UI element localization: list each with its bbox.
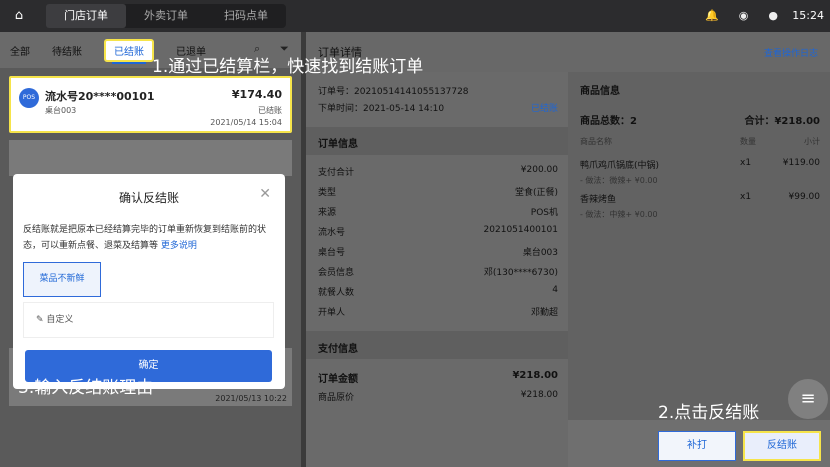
top-bar: ⌂ 门店订单 外卖订单 扫码点单 🔔 ◉ ● 15:24 — [0, 0, 830, 32]
reason-option[interactable]: 菜品不新鲜 — [23, 262, 101, 297]
annotation-step-1: 1.通过已结算栏，快速找到结账订单 — [152, 57, 424, 77]
home-icon[interactable]: ⌂ — [8, 6, 30, 26]
order-table: 桌台003 — [45, 106, 77, 115]
list-item[interactable] — [9, 140, 292, 176]
menu-icon[interactable]: ≡ — [788, 379, 828, 419]
wifi-icon: ◉ — [738, 9, 749, 22]
tab-all[interactable]: 全部 — [10, 43, 30, 58]
goods-total: 合计：¥218.00 — [744, 116, 820, 127]
goods-row: 鸭爪鸡爪锅底(中锅) x1 ¥119.00 — [580, 158, 820, 171]
order-info-title: 订单信息 — [318, 139, 358, 150]
order-created-time: 下单时间：2021-05-14 14:10 — [318, 104, 445, 114]
info-row: 流水号 2021051400101 — [318, 225, 558, 238]
goods-row: 香辣烤鱼 x1 ¥99.00 — [580, 192, 820, 205]
payment-info-title: 支付信息 — [318, 344, 358, 355]
order-list-panel: 全部 待结账 已结账 已退单 ⌕ ⏷ POS 流水号20****00101 桌台… — [0, 32, 301, 467]
custom-reason-field[interactable]: ✎ 自定义 — [23, 302, 274, 338]
clock: 15:24 — [792, 9, 824, 22]
info-row: 桌台号 桌台003 — [318, 248, 558, 258]
reprint-button[interactable]: 补打 — [658, 431, 736, 461]
goods-count: 商品总数：2 — [580, 116, 637, 127]
info-row: 来源 POS机 — [318, 208, 558, 218]
user-icon[interactable]: ● — [768, 9, 778, 22]
goods-info-title: 商品信息 — [580, 86, 620, 97]
order-status-tag: 已结账 — [530, 104, 558, 114]
pos-badge: POS — [19, 88, 39, 108]
info-row: 支付合计 ¥200.00 — [318, 165, 558, 178]
info-row: 类型 堂食(正餐) — [318, 188, 558, 198]
dialog-title: 确认反结账 — [118, 191, 179, 205]
annotation-step-3: 3.输入反结账理由 — [18, 378, 154, 398]
edit-icon: ✎ — [36, 315, 47, 325]
list-item-time: 2021/05/13 10:22 — [215, 394, 287, 403]
close-icon[interactable]: ✕ — [259, 186, 271, 202]
info-row: 会员信息 邓(130****6730) — [318, 268, 558, 278]
reverse-settle-button[interactable]: 反结账 — [743, 431, 821, 461]
tab-delivery-orders[interactable]: 外卖订单 — [126, 4, 206, 28]
order-serial: 流水号20****00101 — [45, 90, 155, 103]
tab-store-orders[interactable]: 门店订单 — [46, 4, 126, 28]
tab-scan-orders[interactable]: 扫码点单 — [206, 4, 286, 28]
dialog-description: 反结账就是把原本已经结算完毕的订单重新恢复到结账前的状态，可以重新点餐、退菜及结… — [23, 225, 267, 251]
order-type-tabs: 门店订单 外卖订单 扫码点单 — [46, 4, 286, 28]
pay-row: 商品原价 ¥218.00 — [318, 390, 558, 403]
order-time: 2021/05/14 15:04 — [210, 118, 282, 127]
info-row: 开单人 邓勤超 — [318, 308, 558, 318]
view-log-link[interactable]: 查看操作日志 — [764, 46, 818, 59]
reverse-settle-dialog: 确认反结账 ✕ 反结账就是把原本已经结算完毕的订单重新恢复到结账前的状态，可以重… — [13, 174, 285, 389]
order-info-column: 订单号：20210514141055137728 下单时间：2021-05-14… — [306, 72, 568, 467]
order-number: 订单号：20210514141055137728 — [318, 87, 469, 97]
annotation-step-2: 2.点击反结账 — [658, 403, 760, 423]
goods-header: 商品名称 数量 小计 — [580, 137, 820, 146]
order-amount: ¥174.40 — [231, 88, 282, 101]
goods-note: - 做法：中辣+ ¥0.00 — [580, 210, 658, 219]
pay-row: 订单金额 ¥218.00 — [318, 370, 558, 385]
tab-pending[interactable]: 待结账 — [52, 43, 82, 58]
tab-settled[interactable]: 已结账 — [104, 38, 154, 64]
order-status: 已结账 — [258, 106, 282, 115]
order-card[interactable]: POS 流水号20****00101 桌台003 ¥174.40 已结账 202… — [9, 76, 292, 133]
bell-icon[interactable]: 🔔 — [705, 9, 719, 22]
goods-note: - 做法：微辣+ ¥0.00 — [580, 176, 658, 185]
more-info-link[interactable]: 更多说明 — [161, 241, 197, 251]
info-row: 就餐人数 4 — [318, 285, 558, 298]
